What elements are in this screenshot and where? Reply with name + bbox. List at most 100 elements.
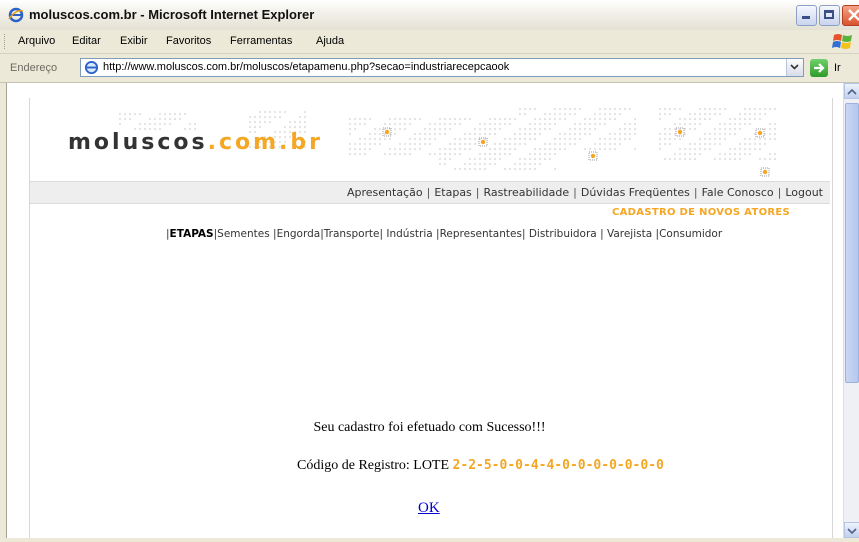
map-dot bbox=[403, 147, 407, 151]
map-dot bbox=[663, 157, 667, 161]
ok-link[interactable]: OK bbox=[418, 500, 440, 517]
menu-ajuda[interactable]: Ajuda bbox=[316, 35, 344, 47]
map-dot bbox=[408, 117, 412, 121]
map-dot bbox=[558, 107, 562, 111]
map-dot bbox=[673, 137, 677, 141]
nav-apresentacao[interactable]: Apresentação bbox=[347, 186, 423, 199]
map-dot bbox=[683, 152, 687, 156]
minimize-button[interactable] bbox=[796, 5, 817, 26]
site-logo[interactable]: moluscos.com.br bbox=[68, 130, 323, 155]
menu-arquivo[interactable]: Arquivo bbox=[18, 35, 55, 47]
etapa-industria[interactable]: Indústria bbox=[386, 228, 432, 240]
map-dot bbox=[568, 127, 572, 131]
map-dot bbox=[728, 117, 732, 121]
menu-editar[interactable]: Editar bbox=[72, 35, 101, 47]
map-dot bbox=[543, 117, 547, 121]
map-dot bbox=[543, 142, 547, 146]
map-dot bbox=[528, 152, 532, 156]
map-dot bbox=[278, 110, 282, 114]
go-button[interactable] bbox=[810, 59, 828, 77]
map-dot bbox=[378, 142, 382, 146]
map-dot bbox=[303, 125, 307, 129]
map-dot bbox=[738, 147, 742, 151]
map-dot bbox=[378, 137, 382, 141]
map-dot bbox=[523, 162, 527, 166]
go-label[interactable]: Ir bbox=[834, 62, 841, 74]
etapa-representantes[interactable]: Representantes bbox=[440, 228, 522, 240]
menu-exibir[interactable]: Exibir bbox=[120, 35, 148, 47]
nav-separator: | bbox=[693, 186, 698, 199]
map-dot bbox=[678, 122, 682, 126]
nav-etapas[interactable]: Etapas bbox=[434, 186, 471, 199]
scroll-up-button[interactable] bbox=[844, 83, 859, 99]
nav-rastreabilidade[interactable]: Rastreabilidade bbox=[484, 186, 570, 199]
map-dot bbox=[693, 152, 697, 156]
nav-logout[interactable]: Logout bbox=[785, 186, 823, 199]
map-dot bbox=[538, 132, 542, 136]
map-dot bbox=[583, 122, 587, 126]
map-dot bbox=[123, 112, 127, 116]
map-dot bbox=[748, 122, 752, 126]
nav-fale-conosco[interactable]: Fale Conosco bbox=[702, 186, 774, 199]
map-dot bbox=[693, 112, 697, 116]
map-dot bbox=[373, 127, 377, 131]
nav-separator: | bbox=[426, 186, 431, 199]
map-dot bbox=[563, 117, 567, 121]
etapa-transporte[interactable]: Transporte bbox=[324, 228, 380, 240]
address-dropdown-button[interactable] bbox=[786, 59, 803, 76]
map-dot bbox=[718, 107, 722, 111]
map-dot bbox=[493, 122, 497, 126]
etapa-sementes[interactable]: Sementes bbox=[217, 228, 270, 240]
menu-favoritos[interactable]: Favoritos bbox=[166, 35, 211, 47]
map-dot bbox=[678, 152, 682, 156]
window-title-bar[interactable]: moluscos.com.br - Microsoft Internet Exp… bbox=[0, 0, 859, 31]
map-dot bbox=[743, 142, 747, 146]
address-bar: Endereço http://www.moluscos.com.br/molu… bbox=[0, 54, 859, 83]
map-dot bbox=[533, 167, 537, 171]
vertical-scrollbar[interactable] bbox=[843, 83, 859, 538]
map-dot bbox=[723, 122, 727, 126]
nav-duvidas[interactable]: Dúvidas Freqüentes bbox=[581, 186, 690, 199]
map-dot bbox=[588, 127, 592, 131]
close-button[interactable] bbox=[842, 5, 859, 26]
map-dot bbox=[363, 122, 367, 126]
map-dot bbox=[553, 107, 557, 111]
map-dot bbox=[628, 122, 632, 126]
map-dot bbox=[458, 122, 462, 126]
map-dot bbox=[523, 112, 527, 116]
menu-ferramentas[interactable]: Ferramentas bbox=[230, 35, 292, 47]
scroll-thumb[interactable] bbox=[845, 103, 859, 383]
map-dot bbox=[518, 112, 522, 116]
map-dot bbox=[608, 147, 612, 151]
map-dot bbox=[763, 112, 767, 116]
etapa-distribuidora[interactable]: Distribuidora bbox=[529, 228, 597, 240]
map-dot bbox=[468, 142, 472, 146]
toolbar-grip[interactable] bbox=[4, 34, 8, 49]
map-dot bbox=[478, 152, 482, 156]
map-dot bbox=[583, 132, 587, 136]
map-dot bbox=[423, 137, 427, 141]
map-dot bbox=[438, 147, 442, 151]
map-dot bbox=[608, 132, 612, 136]
map-dot bbox=[433, 127, 437, 131]
map-dot bbox=[398, 142, 402, 146]
etapa-engorda[interactable]: Engorda bbox=[277, 228, 321, 240]
etapa-consumidor[interactable]: Consumidor bbox=[659, 228, 722, 240]
map-dot bbox=[698, 117, 702, 121]
scroll-down-button[interactable] bbox=[844, 522, 859, 538]
maximize-button[interactable] bbox=[819, 5, 840, 26]
etapa-varejista[interactable]: Varejista bbox=[607, 228, 652, 240]
map-dot bbox=[363, 152, 367, 156]
map-dot bbox=[438, 127, 442, 131]
address-url: http://www.moluscos.com.br/moluscos/etap… bbox=[103, 61, 510, 73]
map-dot bbox=[498, 117, 502, 121]
map-dot bbox=[708, 142, 712, 146]
map-dot bbox=[543, 122, 547, 126]
address-input[interactable]: http://www.moluscos.com.br/moluscos/etap… bbox=[80, 58, 804, 77]
map-dot bbox=[513, 137, 517, 141]
map-dot bbox=[658, 132, 662, 136]
map-dot bbox=[253, 120, 257, 124]
map-dot bbox=[613, 147, 617, 151]
map-dot bbox=[473, 127, 477, 131]
map-dot bbox=[723, 157, 727, 161]
